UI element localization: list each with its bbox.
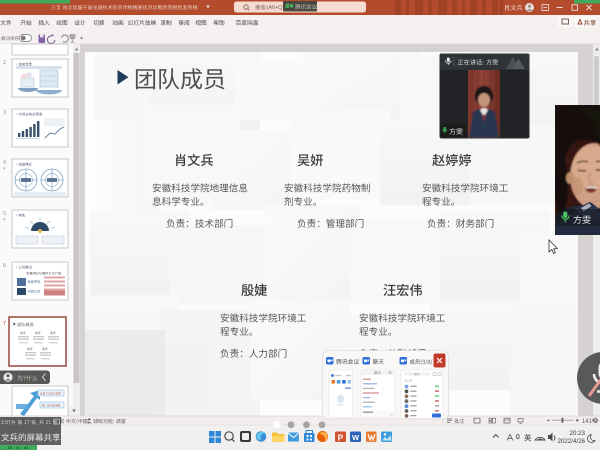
svg-text:2022/4/26: 2022/4/26 — [557, 438, 585, 445]
svg-text:(Alt+Q): (Alt+Q) — [267, 5, 285, 11]
svg-text:141%: 141% — [582, 419, 598, 425]
svg-text:20:23: 20:23 — [570, 430, 586, 437]
svg-text:P: P — [338, 433, 344, 443]
svg-text:W: W — [352, 433, 360, 442]
